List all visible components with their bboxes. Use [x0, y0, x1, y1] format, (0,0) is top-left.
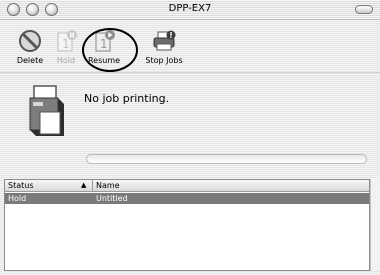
column-header-status[interactable]: Status	[8, 181, 34, 190]
sort-ascending-icon[interactable]: ▲	[81, 181, 86, 189]
window-title: DPP-EX7	[168, 3, 212, 14]
progress-bar	[86, 154, 367, 164]
stop-jobs-button[interactable]: Stop Jobs	[138, 29, 190, 65]
hold-label: Hold	[56, 56, 76, 65]
delete-label: Delete	[16, 56, 44, 65]
pause-document-icon: 1	[57, 30, 77, 52]
job-list-header: Status ▲ Name	[5, 180, 369, 192]
toolbar-toggle-button[interactable]	[355, 5, 373, 14]
stop-jobs-label: Stop Jobs	[145, 56, 183, 65]
print-queue-window: DPP-EX7 Delete 1 Hold 1 Resume Stop Jobs…	[0, 0, 380, 275]
printer-icon	[29, 85, 64, 136]
job-list[interactable]: Status ▲ Name Hold Untitled	[4, 179, 370, 271]
delete-button[interactable]: Delete	[10, 29, 50, 65]
job-status-cell: Hold	[8, 194, 27, 203]
column-header-name[interactable]: Name	[96, 181, 120, 190]
window-edge	[370, 179, 380, 271]
column-divider[interactable]	[92, 180, 93, 192]
no-entry-icon	[19, 30, 41, 52]
job-name-cell: Untitled	[96, 194, 128, 203]
toolbar: Delete 1 Hold 1 Resume Stop Jobs	[0, 20, 380, 73]
printer-stop-icon	[153, 30, 176, 51]
hold-button[interactable]: 1 Hold	[52, 29, 80, 65]
status-message: No job printing.	[84, 92, 170, 105]
svg-text:1: 1	[62, 37, 70, 51]
title-bar[interactable]: DPP-EX7	[0, 0, 380, 20]
job-row[interactable]: Hold Untitled	[5, 193, 369, 204]
highlight-circle-annotation	[82, 28, 138, 72]
